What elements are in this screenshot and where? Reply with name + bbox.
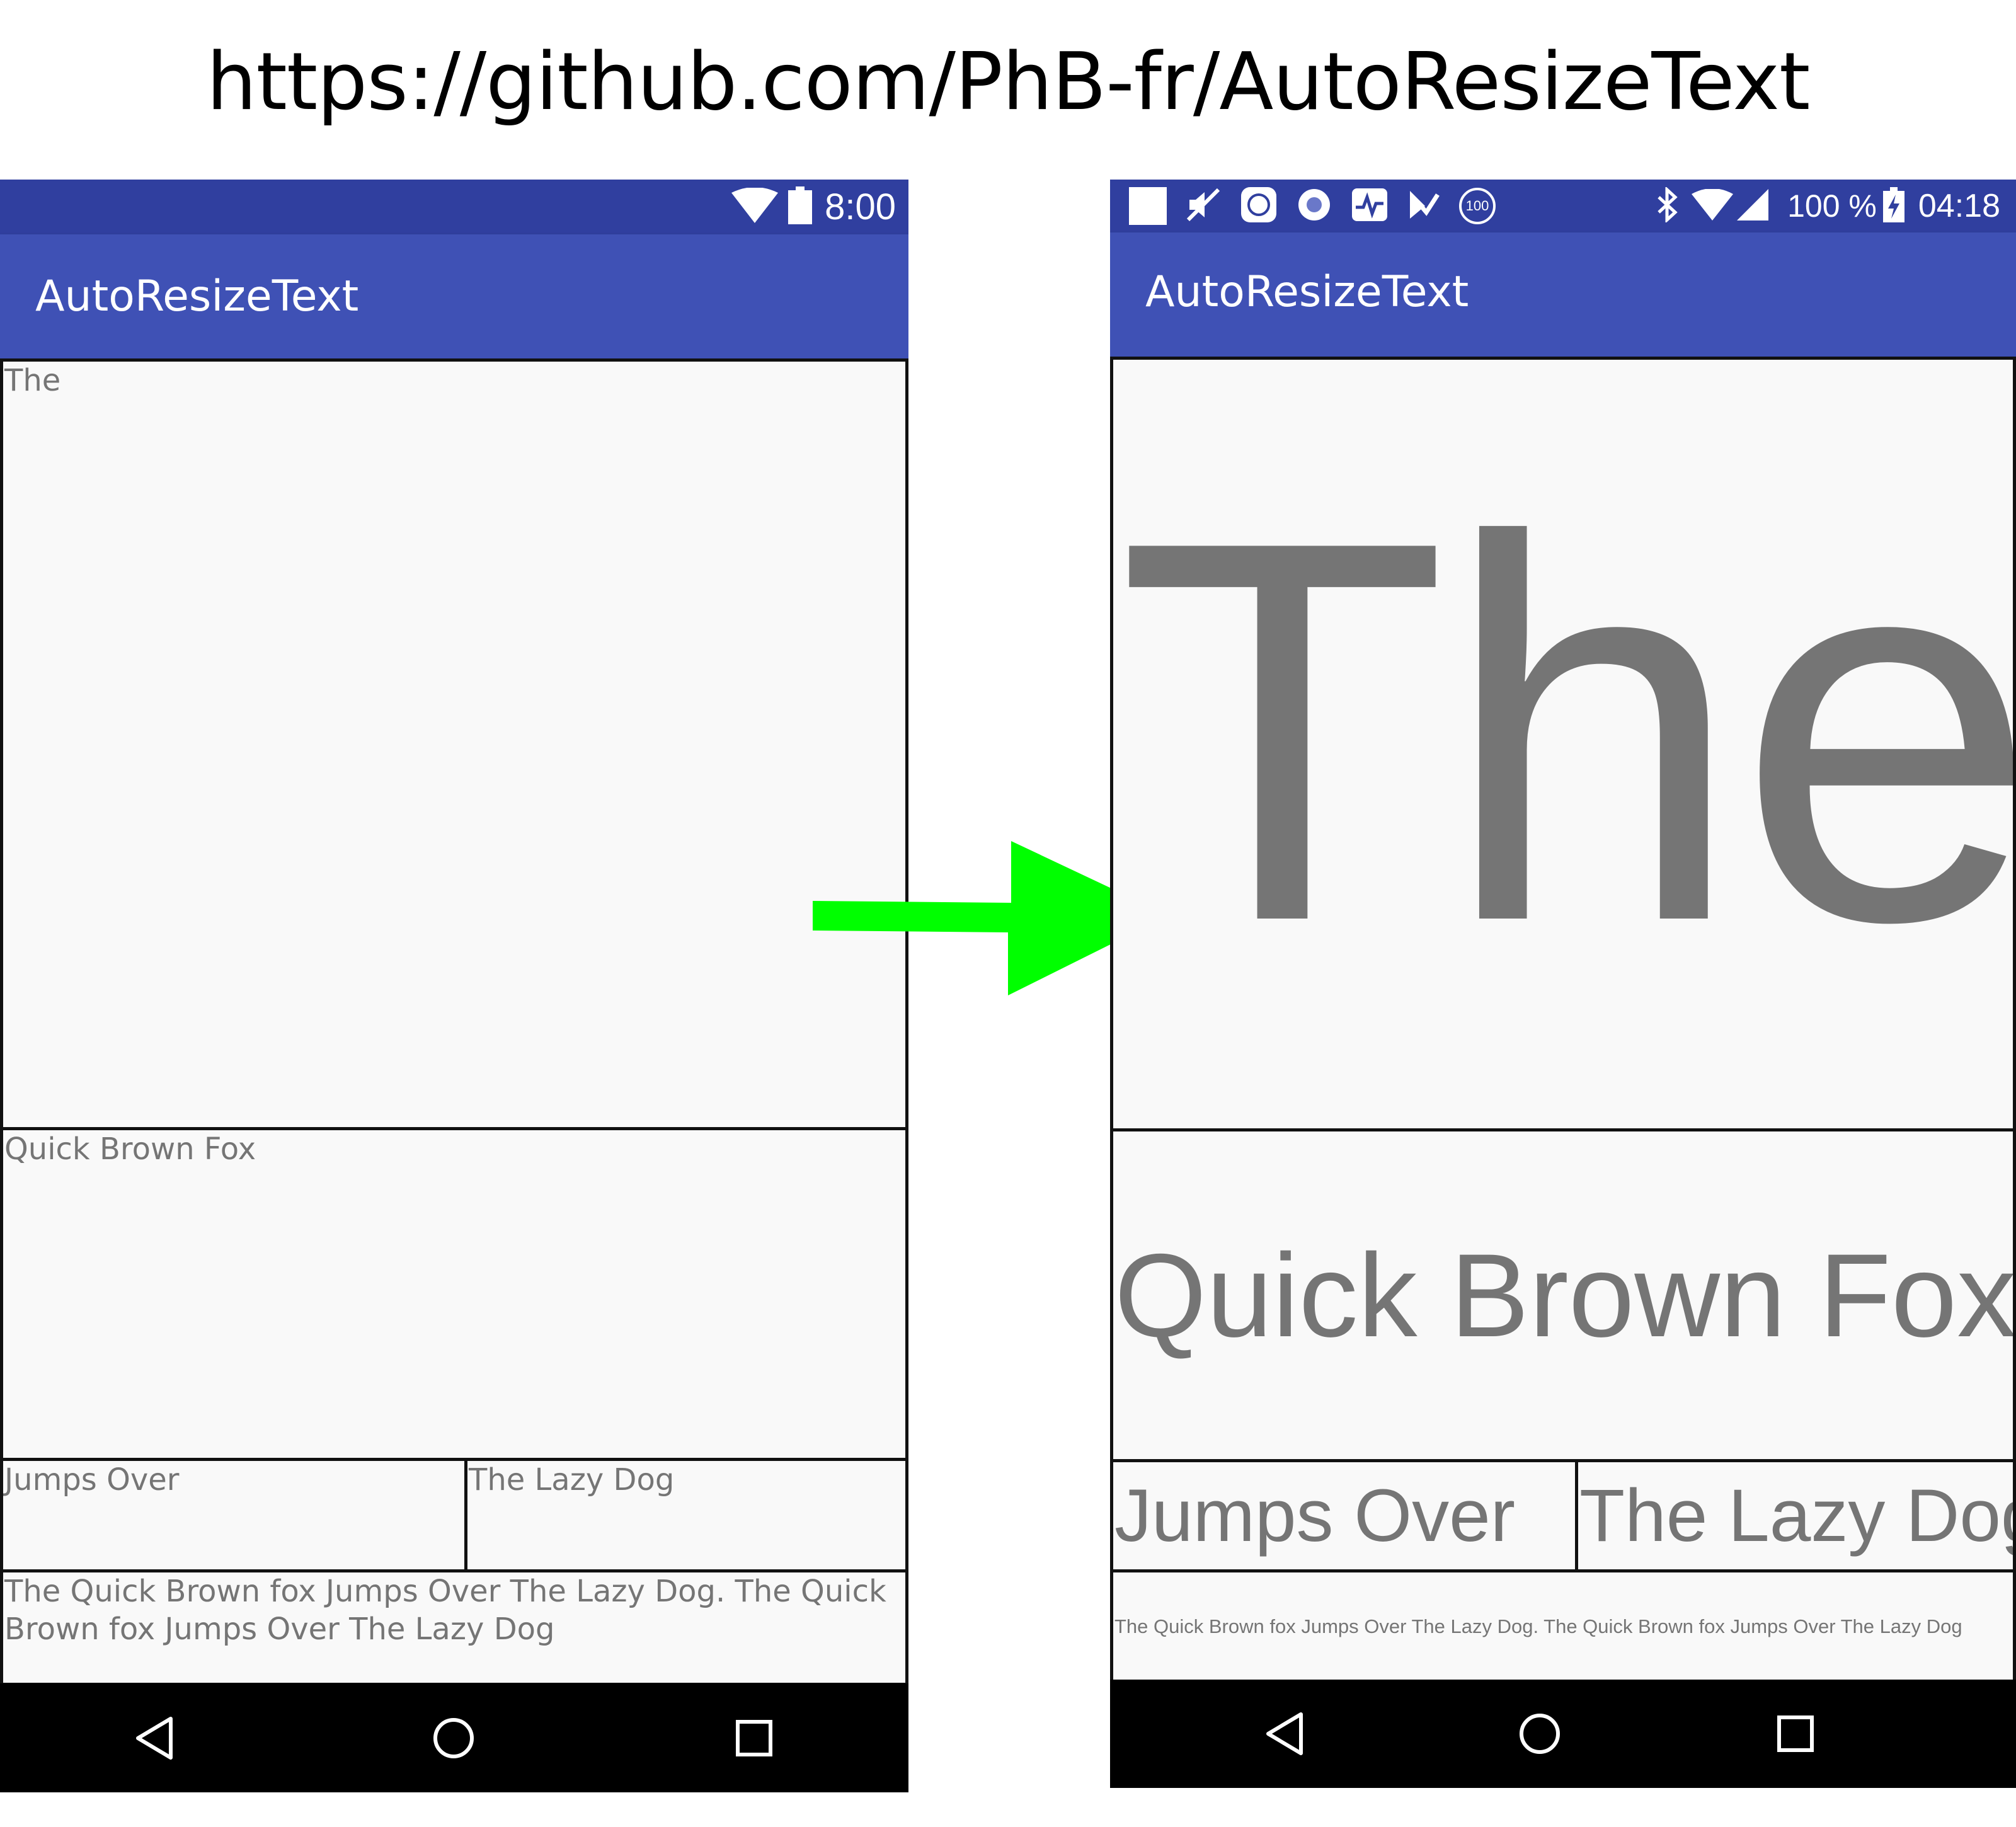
bluetooth-icon (1656, 185, 1678, 226)
text-view-long-sentence: The Quick Brown fox Jumps Over The Lazy … (1110, 1569, 2016, 1683)
badge-100-icon: 100 (1459, 188, 1496, 224)
task-check-icon (1407, 187, 1440, 226)
recents-icon[interactable] (691, 1683, 817, 1792)
navigation-bar (0, 1683, 908, 1792)
text-view-label: Quick Brown Fox (4, 1131, 256, 1167)
text-view-the-lazy-dog: The Lazy Dog (1575, 1459, 2016, 1572)
text-view-jumps-over: Jumps Over (1110, 1459, 1579, 1572)
app-bar: AutoResizeText (1110, 232, 2016, 357)
text-view-label: The Lazy Dog (469, 1462, 675, 1498)
status-bar: 8:00 (0, 180, 908, 234)
battery-charging-icon (1882, 186, 1904, 226)
text-view-label: The Quick Brown fox Jumps Over The Lazy … (4, 1574, 886, 1647)
phone-screenshot-after: 100 100 % 04:18 AutoResizeText The Quick… (1110, 180, 2016, 1788)
text-view-label: Jumps Over (1114, 1474, 1516, 1557)
phone-screenshot-before: 8:00 AutoResizeText The Quick Brown Fox … (0, 180, 908, 1792)
text-view-label: The Quick Brown fox Jumps Over The Lazy … (1114, 1615, 1962, 1637)
square-icon (1129, 187, 1167, 225)
text-view-label: Quick Brown Fox (1114, 1229, 2016, 1361)
mi-app-icon (1240, 186, 1278, 227)
home-icon[interactable] (1477, 1680, 1603, 1788)
status-time: 04:18 (1918, 188, 2000, 224)
url-title: https://github.com/PhB-fr/AutoResizeText (206, 35, 1811, 128)
text-view-quick-brown-fox: Quick Brown Fox (0, 1127, 908, 1461)
text-view-quick-brown-fox: Quick Brown Fox (1110, 1128, 2016, 1462)
battery-icon (788, 186, 813, 227)
back-icon[interactable] (91, 1683, 217, 1792)
activity-icon (1351, 187, 1389, 226)
record-icon (1297, 187, 1332, 226)
text-view-long-sentence: The Quick Brown fox Jumps Over The Lazy … (0, 1569, 908, 1686)
recents-icon[interactable] (1732, 1680, 1858, 1788)
text-view-label: The Lazy Dog (1579, 1474, 2016, 1557)
back-icon[interactable] (1222, 1680, 1348, 1788)
text-view-the: The (1110, 357, 2016, 1131)
status-bar: 100 100 % 04:18 (1110, 180, 2016, 232)
content-area: The Quick Brown Fox Jumps Over The Lazy … (1110, 357, 2016, 1683)
app-title: AutoResizeText (1145, 267, 1469, 317)
text-view-the: The (0, 358, 908, 1130)
text-view-label: The (4, 363, 61, 398)
content-area: The Quick Brown Fox Jumps Over The Lazy … (0, 358, 908, 1686)
text-view-jumps-over: Jumps Over (0, 1458, 469, 1572)
wifi-icon (1692, 188, 1734, 224)
wifi-icon (731, 187, 779, 226)
battery-percent: 100 % (1787, 188, 1877, 224)
text-view-the-lazy-dog: The Lazy Dog (464, 1458, 908, 1572)
text-view-label: The (1117, 428, 2016, 1034)
badge-100-text: 100 (1465, 198, 1489, 214)
home-icon[interactable] (391, 1683, 517, 1792)
text-view-label: Jumps Over (4, 1462, 180, 1498)
navigation-bar (1110, 1680, 2016, 1788)
app-bar: AutoResizeText (0, 234, 908, 358)
muted-speaker-icon (1186, 187, 1221, 226)
status-time: 8:00 (825, 186, 896, 227)
cell-signal-icon (1737, 188, 1769, 224)
app-title: AutoResizeText (35, 272, 359, 321)
